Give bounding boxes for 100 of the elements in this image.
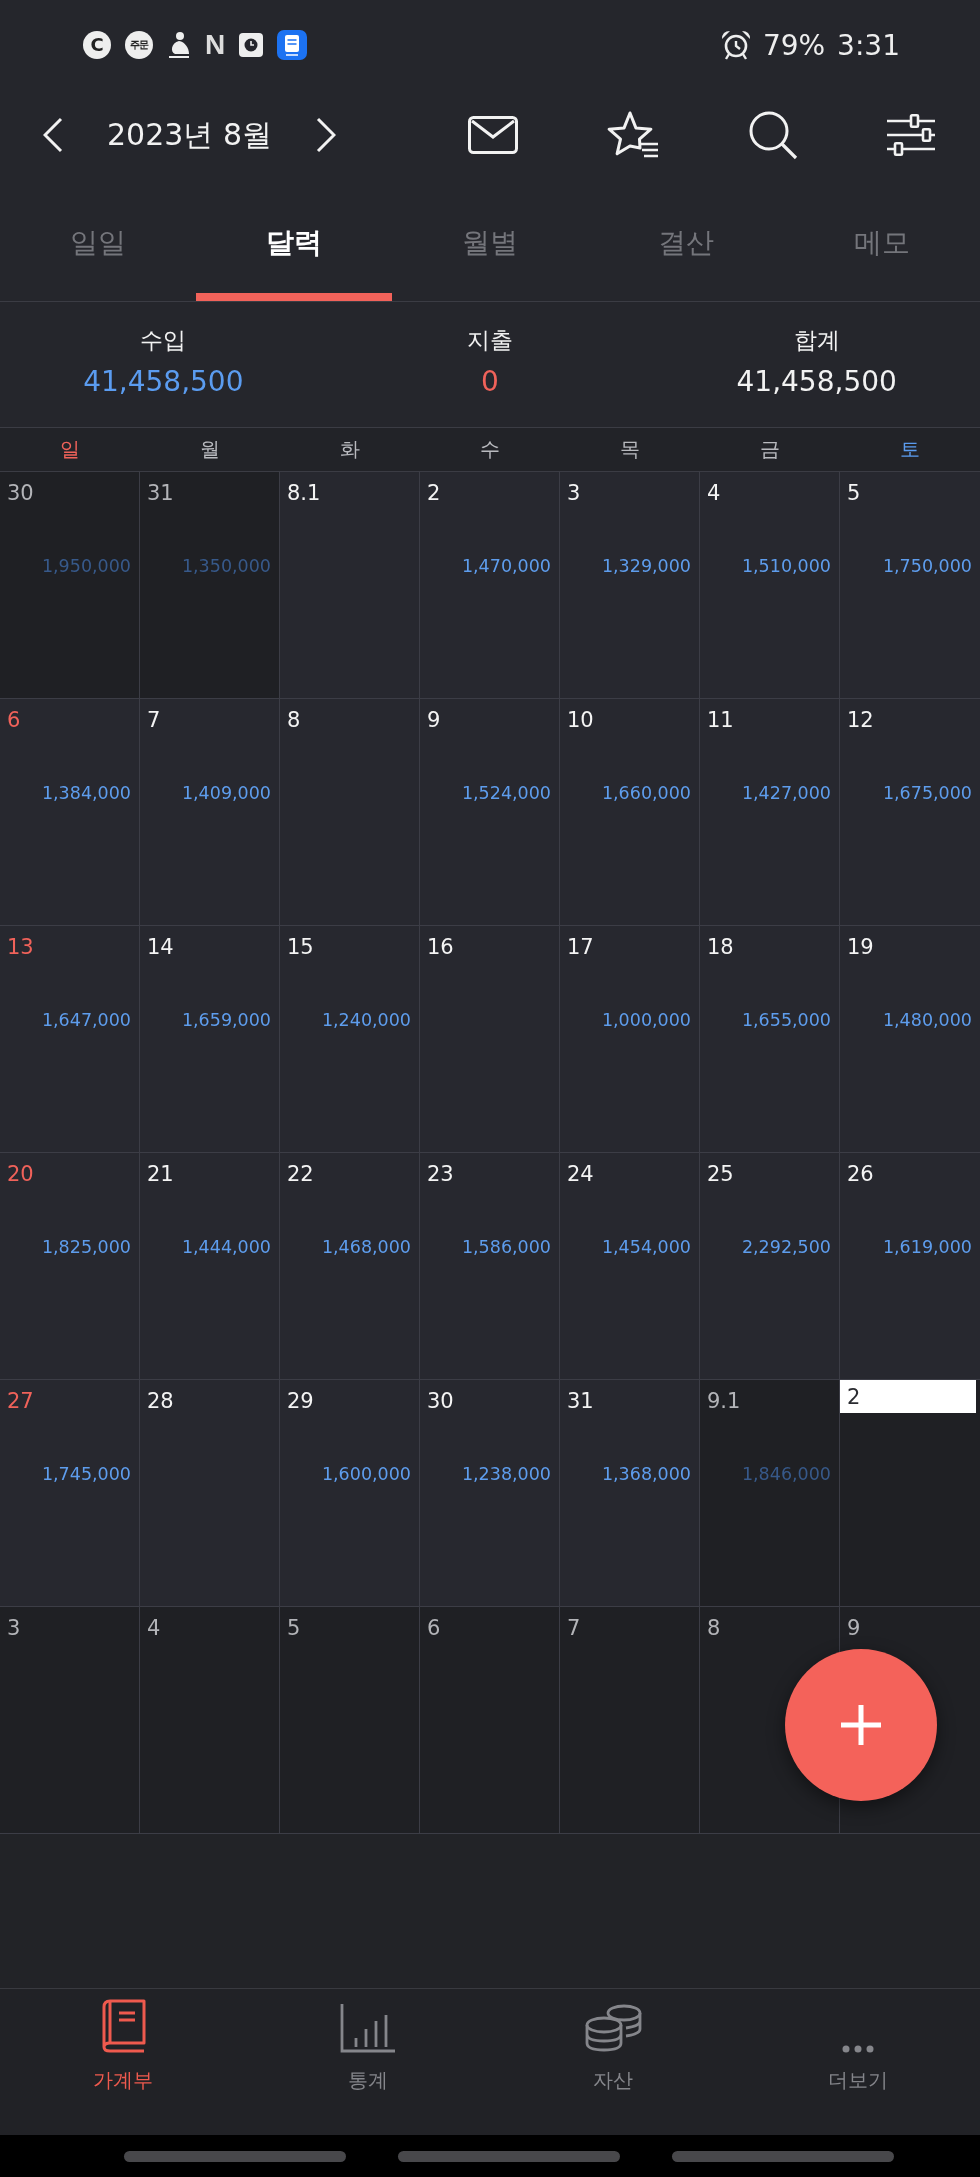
day-number: 17: [567, 934, 594, 960]
weekday-label: 수: [480, 436, 500, 463]
day-number: 30: [7, 480, 34, 506]
day-number: 25: [707, 1161, 734, 1187]
nav-tab[interactable]: 가계부: [74, 1989, 171, 2109]
day-number: 27: [7, 1388, 34, 1414]
day-number: 30: [427, 1388, 454, 1414]
document-icon: [277, 30, 308, 60]
sliders-icon: [886, 114, 936, 156]
day-number: 21: [147, 1161, 174, 1187]
search-button[interactable]: [748, 110, 798, 160]
nav-tab[interactable]: 통계: [321, 1989, 414, 2109]
envelope-icon: [468, 116, 518, 154]
day-cell[interactable]: 2: [840, 1380, 980, 1606]
day-amount: 1,647,000: [41, 1009, 131, 1031]
day-cell[interactable]: 9.1 1,846,000: [700, 1380, 840, 1606]
summary-value: 41,458,500: [736, 364, 897, 400]
day-cell[interactable]: 31 1,350,000: [140, 472, 280, 698]
day-number: 22: [287, 1161, 314, 1187]
day-number: 9: [427, 707, 441, 733]
day-amount: 1,745,000: [41, 1463, 131, 1485]
day-amount: 1,238,000: [461, 1463, 551, 1485]
summary-value: 41,458,500: [83, 364, 244, 400]
day-number: 16: [427, 934, 454, 960]
day-amount: 1,510,000: [741, 555, 831, 577]
day-number: 11: [707, 707, 734, 733]
mail-button[interactable]: [468, 116, 518, 154]
day-number: 29: [287, 1388, 314, 1414]
chevron-right-icon: [316, 117, 336, 153]
day-cell[interactable]: 3: [0, 1607, 140, 1833]
day-number: 8.1: [287, 480, 321, 506]
day-number: 23: [427, 1161, 454, 1187]
coins-icon: [583, 2003, 642, 2053]
weekday-label: 화: [340, 436, 360, 463]
day-number: 31: [567, 1388, 594, 1414]
tab[interactable]: 달력: [196, 180, 392, 301]
day-amount: 1,384,000: [41, 782, 131, 804]
day-number: 24: [567, 1161, 594, 1187]
day-number: 4: [707, 480, 721, 506]
plus-icon: [839, 1703, 883, 1747]
day-amount: 1,350,000: [181, 555, 271, 577]
day-amount: 1,000,000: [601, 1009, 691, 1031]
weekday-label: 목: [620, 436, 640, 463]
day-amount: 1,586,000: [461, 1236, 551, 1258]
day-number: 7: [147, 707, 161, 733]
day-number: 12: [847, 707, 874, 733]
day-number: 2: [427, 480, 441, 506]
summary-value: 0: [481, 364, 499, 400]
day-number: 9.1: [707, 1388, 741, 1414]
day-number: 3: [7, 1615, 21, 1641]
day-number: 31: [147, 480, 174, 506]
search-icon: [748, 110, 798, 160]
day-cell[interactable]: 4: [140, 1607, 280, 1833]
weekday-label: 토: [900, 436, 920, 463]
day-number: 20: [7, 1161, 34, 1187]
month-title[interactable]: 2023년 8월: [107, 114, 272, 156]
day-number: 8: [287, 707, 301, 733]
notification-badge: 주문: [125, 31, 153, 59]
day-number: 26: [847, 1161, 874, 1187]
nav-tab[interactable]: 더보기: [809, 1989, 906, 2109]
day-number: 18: [707, 934, 734, 960]
day-number: 19: [847, 934, 874, 960]
weekday-label: 월: [200, 436, 220, 463]
day-amount: 1,480,000: [882, 1009, 972, 1031]
day-number: 6: [7, 707, 21, 733]
weekday-label: 금: [760, 436, 780, 463]
star-list-icon: [606, 110, 660, 160]
filter-button[interactable]: [886, 114, 936, 156]
day-cell[interactable]: 7: [560, 1607, 700, 1833]
chevron-left-icon: [43, 117, 63, 153]
day-amount: 1,368,000: [601, 1463, 691, 1485]
day-number: 10: [567, 707, 594, 733]
more-icon: [841, 2045, 874, 2053]
day-cell[interactable]: 30 1,950,000: [0, 472, 140, 698]
battery-level: 79%: [762, 28, 826, 62]
weekday-label: 일: [60, 436, 80, 463]
day-cell[interactable]: 5: [280, 1607, 420, 1833]
day-amount: 1,444,000: [181, 1236, 271, 1258]
status-time: 3:31: [837, 28, 900, 62]
previous-month-button[interactable]: [43, 117, 63, 153]
day-number: 14: [147, 934, 174, 960]
clock-icon: [239, 33, 264, 57]
bookmark-button[interactable]: [606, 110, 660, 160]
day-amount: 1,655,000: [741, 1009, 831, 1031]
next-month-button[interactable]: [316, 117, 336, 153]
day-amount: 1,409,000: [181, 782, 271, 804]
day-cell[interactable]: 6: [420, 1607, 560, 1833]
person-icon: [167, 32, 191, 58]
day-number: 8: [707, 1615, 721, 1641]
day-amount: 1,329,000: [601, 555, 691, 577]
day-amount: 1,750,000: [882, 555, 972, 577]
day-number: 2: [840, 1380, 976, 1413]
nav-tab[interactable]: 자산: [565, 1989, 660, 2109]
day-amount: 1,470,000: [461, 555, 551, 577]
notification-badge: C: [83, 31, 111, 59]
day-number: 9: [847, 1615, 861, 1641]
notification-letter: N: [205, 31, 226, 59]
day-number: 5: [847, 480, 861, 506]
day-amount: 1,454,000: [601, 1236, 691, 1258]
day-number: 5: [287, 1615, 301, 1641]
